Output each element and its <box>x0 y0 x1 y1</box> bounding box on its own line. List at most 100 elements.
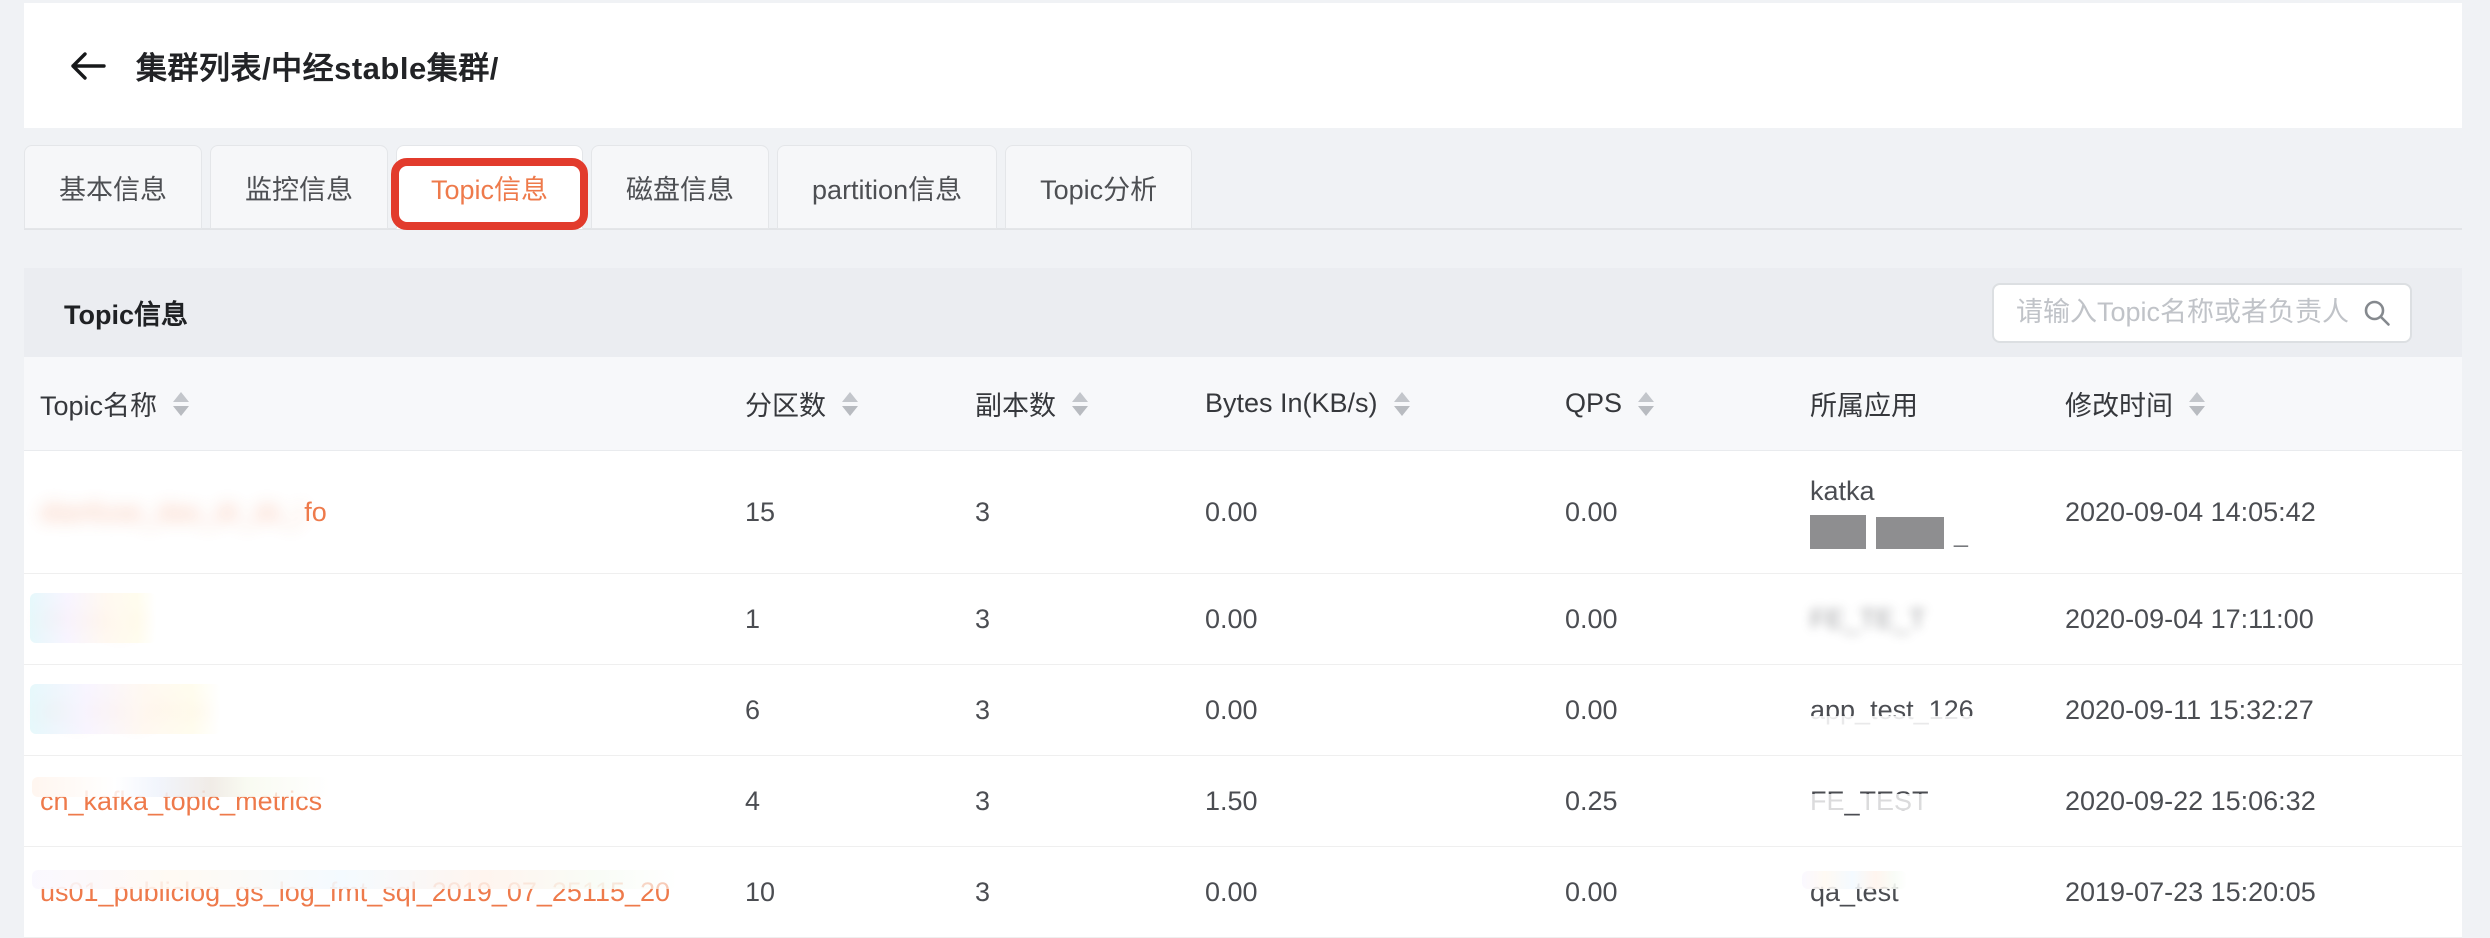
qps-value: 0.00 <box>1549 497 1794 528</box>
bytes-in-value: 0.00 <box>1189 604 1549 635</box>
column-header-Topic名称[interactable]: Topic名称 <box>24 384 729 423</box>
bytes-in-value: 0.00 <box>1189 695 1549 726</box>
partition-count: 1 <box>729 604 959 635</box>
column-header-分区数[interactable]: 分区数 <box>729 384 959 423</box>
caret-up-icon <box>1638 392 1654 402</box>
table-row: difuse_a130.000.00FE_TE_T2020-09-04 17:1… <box>24 574 2462 665</box>
sort-carets-icon[interactable] <box>1072 392 1088 416</box>
search-input[interactable] <box>2016 297 2352 328</box>
page-title: 集群列表/中经stable集群/ <box>136 43 499 88</box>
tab-label: 磁盘信息 <box>626 168 734 207</box>
app-name-text: qa_test <box>1810 877 1899 908</box>
replica-count: 3 <box>959 695 1189 726</box>
tab-Topic信息[interactable]: Topic信息 <box>396 145 583 229</box>
modified-time: 2020-09-11 15:32:27 <box>2049 695 2462 726</box>
partition-count: 15 <box>729 497 959 528</box>
magnifier-icon[interactable] <box>2362 298 2392 328</box>
arrow-left-icon <box>68 50 108 82</box>
modified-time: 2019-07-23 15:20:05 <box>2049 877 2462 908</box>
tab-Topic分析[interactable]: Topic分析 <box>1005 145 1192 229</box>
topic-name-link[interactable]: difuse_a <box>24 603 729 635</box>
topic-name-link[interactable]: dianfuse_das_dr_dc_ifo <box>24 496 729 528</box>
caret-up-icon <box>2189 392 2205 402</box>
column-header-label: 修改时间 <box>2065 384 2173 423</box>
column-header-label: Bytes In(KB/s) <box>1205 388 1378 419</box>
app-name: app_test_126 <box>1794 695 2049 726</box>
redaction-block <box>1876 517 1944 549</box>
column-header-所属应用: 所属应用 <box>1794 384 2049 423</box>
topic-name-link[interactable]: cn_kafka_topic_metrics <box>24 785 729 817</box>
app-name-text: app_test_126 <box>1810 695 1974 726</box>
tab-partition信息[interactable]: partition信息 <box>777 145 997 229</box>
caret-down-icon <box>1394 406 1410 416</box>
caret-down-icon <box>2189 406 2205 416</box>
search-box[interactable] <box>1992 283 2412 343</box>
column-header-label: Topic名称 <box>40 384 157 423</box>
caret-up-icon <box>173 392 189 402</box>
topic-name-link[interactable]: us01_publiclog_gs_log_fmt_sql_2019_07_25… <box>24 876 729 908</box>
table-row: us01_publiclog_gs_log_fmt_sql_2019_07_25… <box>24 847 2462 938</box>
app-name: katka_ <box>1794 476 2049 549</box>
app-name: FE_TEST <box>1794 786 2049 817</box>
table-row: dianfuse_das_dr_dc_ifo1530.000.00katka_2… <box>24 451 2462 574</box>
caret-down-icon <box>1072 406 1088 416</box>
replica-count: 3 <box>959 497 1189 528</box>
column-header-修改时间[interactable]: 修改时间 <box>2049 384 2462 423</box>
topic-panel: Topic信息 Topic名称 分区数 副本数 Bytes In(KB/s) QPS 所属… <box>24 268 2462 938</box>
sort-carets-icon[interactable] <box>1638 392 1654 416</box>
caret-down-icon <box>842 406 858 416</box>
tab-监控信息[interactable]: 监控信息 <box>210 145 388 229</box>
bytes-in-value: 0.00 <box>1189 877 1549 908</box>
column-header-label: QPS <box>1565 388 1622 419</box>
column-header-副本数[interactable]: 副本数 <box>959 384 1189 423</box>
panel-header: Topic信息 <box>24 268 2462 357</box>
topic-name-text: ab_test_show <box>40 694 207 726</box>
partition-count: 10 <box>729 877 959 908</box>
column-header-QPS[interactable]: QPS <box>1549 388 1794 419</box>
table-row: ab_test_show630.000.00app_test_1262020-0… <box>24 665 2462 756</box>
back-button[interactable] <box>66 46 110 86</box>
column-header-label: 分区数 <box>745 384 826 423</box>
table-row: cn_kafka_topic_metrics431.500.25FE_TEST2… <box>24 756 2462 847</box>
content-area: 集群列表/中经stable集群/ 基本信息 监控信息 Topic信息 磁盘信息 part… <box>24 0 2462 938</box>
tab-基本信息[interactable]: 基本信息 <box>24 145 202 229</box>
panel-title: Topic信息 <box>64 293 188 332</box>
topic-name-text: dianfuse_das_dr_dc_ifo <box>40 496 327 528</box>
tab-label: partition信息 <box>812 168 962 207</box>
caret-down-icon <box>1638 406 1654 416</box>
app-name: FE_TE_T <box>1794 604 2049 635</box>
topic-name-text: us01_publiclog_gs_log_fmt_sql_2019_07_25… <box>40 876 670 908</box>
redaction-stub: _ <box>1954 520 1968 549</box>
sort-carets-icon[interactable] <box>842 392 858 416</box>
bytes-in-value: 0.00 <box>1189 497 1549 528</box>
redaction-block <box>1810 515 1866 549</box>
sort-carets-icon[interactable] <box>173 392 189 416</box>
replica-count: 3 <box>959 604 1189 635</box>
qps-value: 0.25 <box>1549 786 1794 817</box>
tab-label: Topic信息 <box>431 168 548 207</box>
tab-磁盘信息[interactable]: 磁盘信息 <box>591 145 769 229</box>
table-body: dianfuse_das_dr_dc_ifo1530.000.00katka_2… <box>24 451 2462 938</box>
partition-count: 6 <box>729 695 959 726</box>
caret-up-icon <box>1394 392 1410 402</box>
column-header-Bytes In(KB/s)[interactable]: Bytes In(KB/s) <box>1189 388 1549 419</box>
modified-time: 2020-09-04 14:05:42 <box>2049 497 2462 528</box>
app-name-redacted-blocks: _ <box>1810 513 2049 549</box>
sort-carets-icon[interactable] <box>1394 392 1410 416</box>
sort-carets-icon[interactable] <box>2189 392 2205 416</box>
caret-up-icon <box>1072 392 1088 402</box>
table-header-row: Topic名称 分区数 副本数 Bytes In(KB/s) QPS 所属应用修改时间 <box>24 357 2462 451</box>
partition-count: 4 <box>729 786 959 817</box>
topic-name-link[interactable]: ab_test_show <box>24 694 729 726</box>
tabs-nav: 基本信息 监控信息 Topic信息 磁盘信息 partition信息 Topic分析 <box>24 145 2462 230</box>
topic-name-text: difuse_a <box>40 603 142 635</box>
topic-name-text: cn_kafka_topic_metrics <box>40 785 322 817</box>
qps-value: 0.00 <box>1549 695 1794 726</box>
modified-time: 2020-09-04 17:11:00 <box>2049 604 2462 635</box>
tab-label: Topic分析 <box>1040 168 1157 207</box>
caret-up-icon <box>842 392 858 402</box>
app-name: qa_test <box>1794 877 2049 908</box>
app-name-text: FE_TEST <box>1810 786 1929 817</box>
caret-down-icon <box>173 406 189 416</box>
tab-label: 基本信息 <box>59 168 167 207</box>
